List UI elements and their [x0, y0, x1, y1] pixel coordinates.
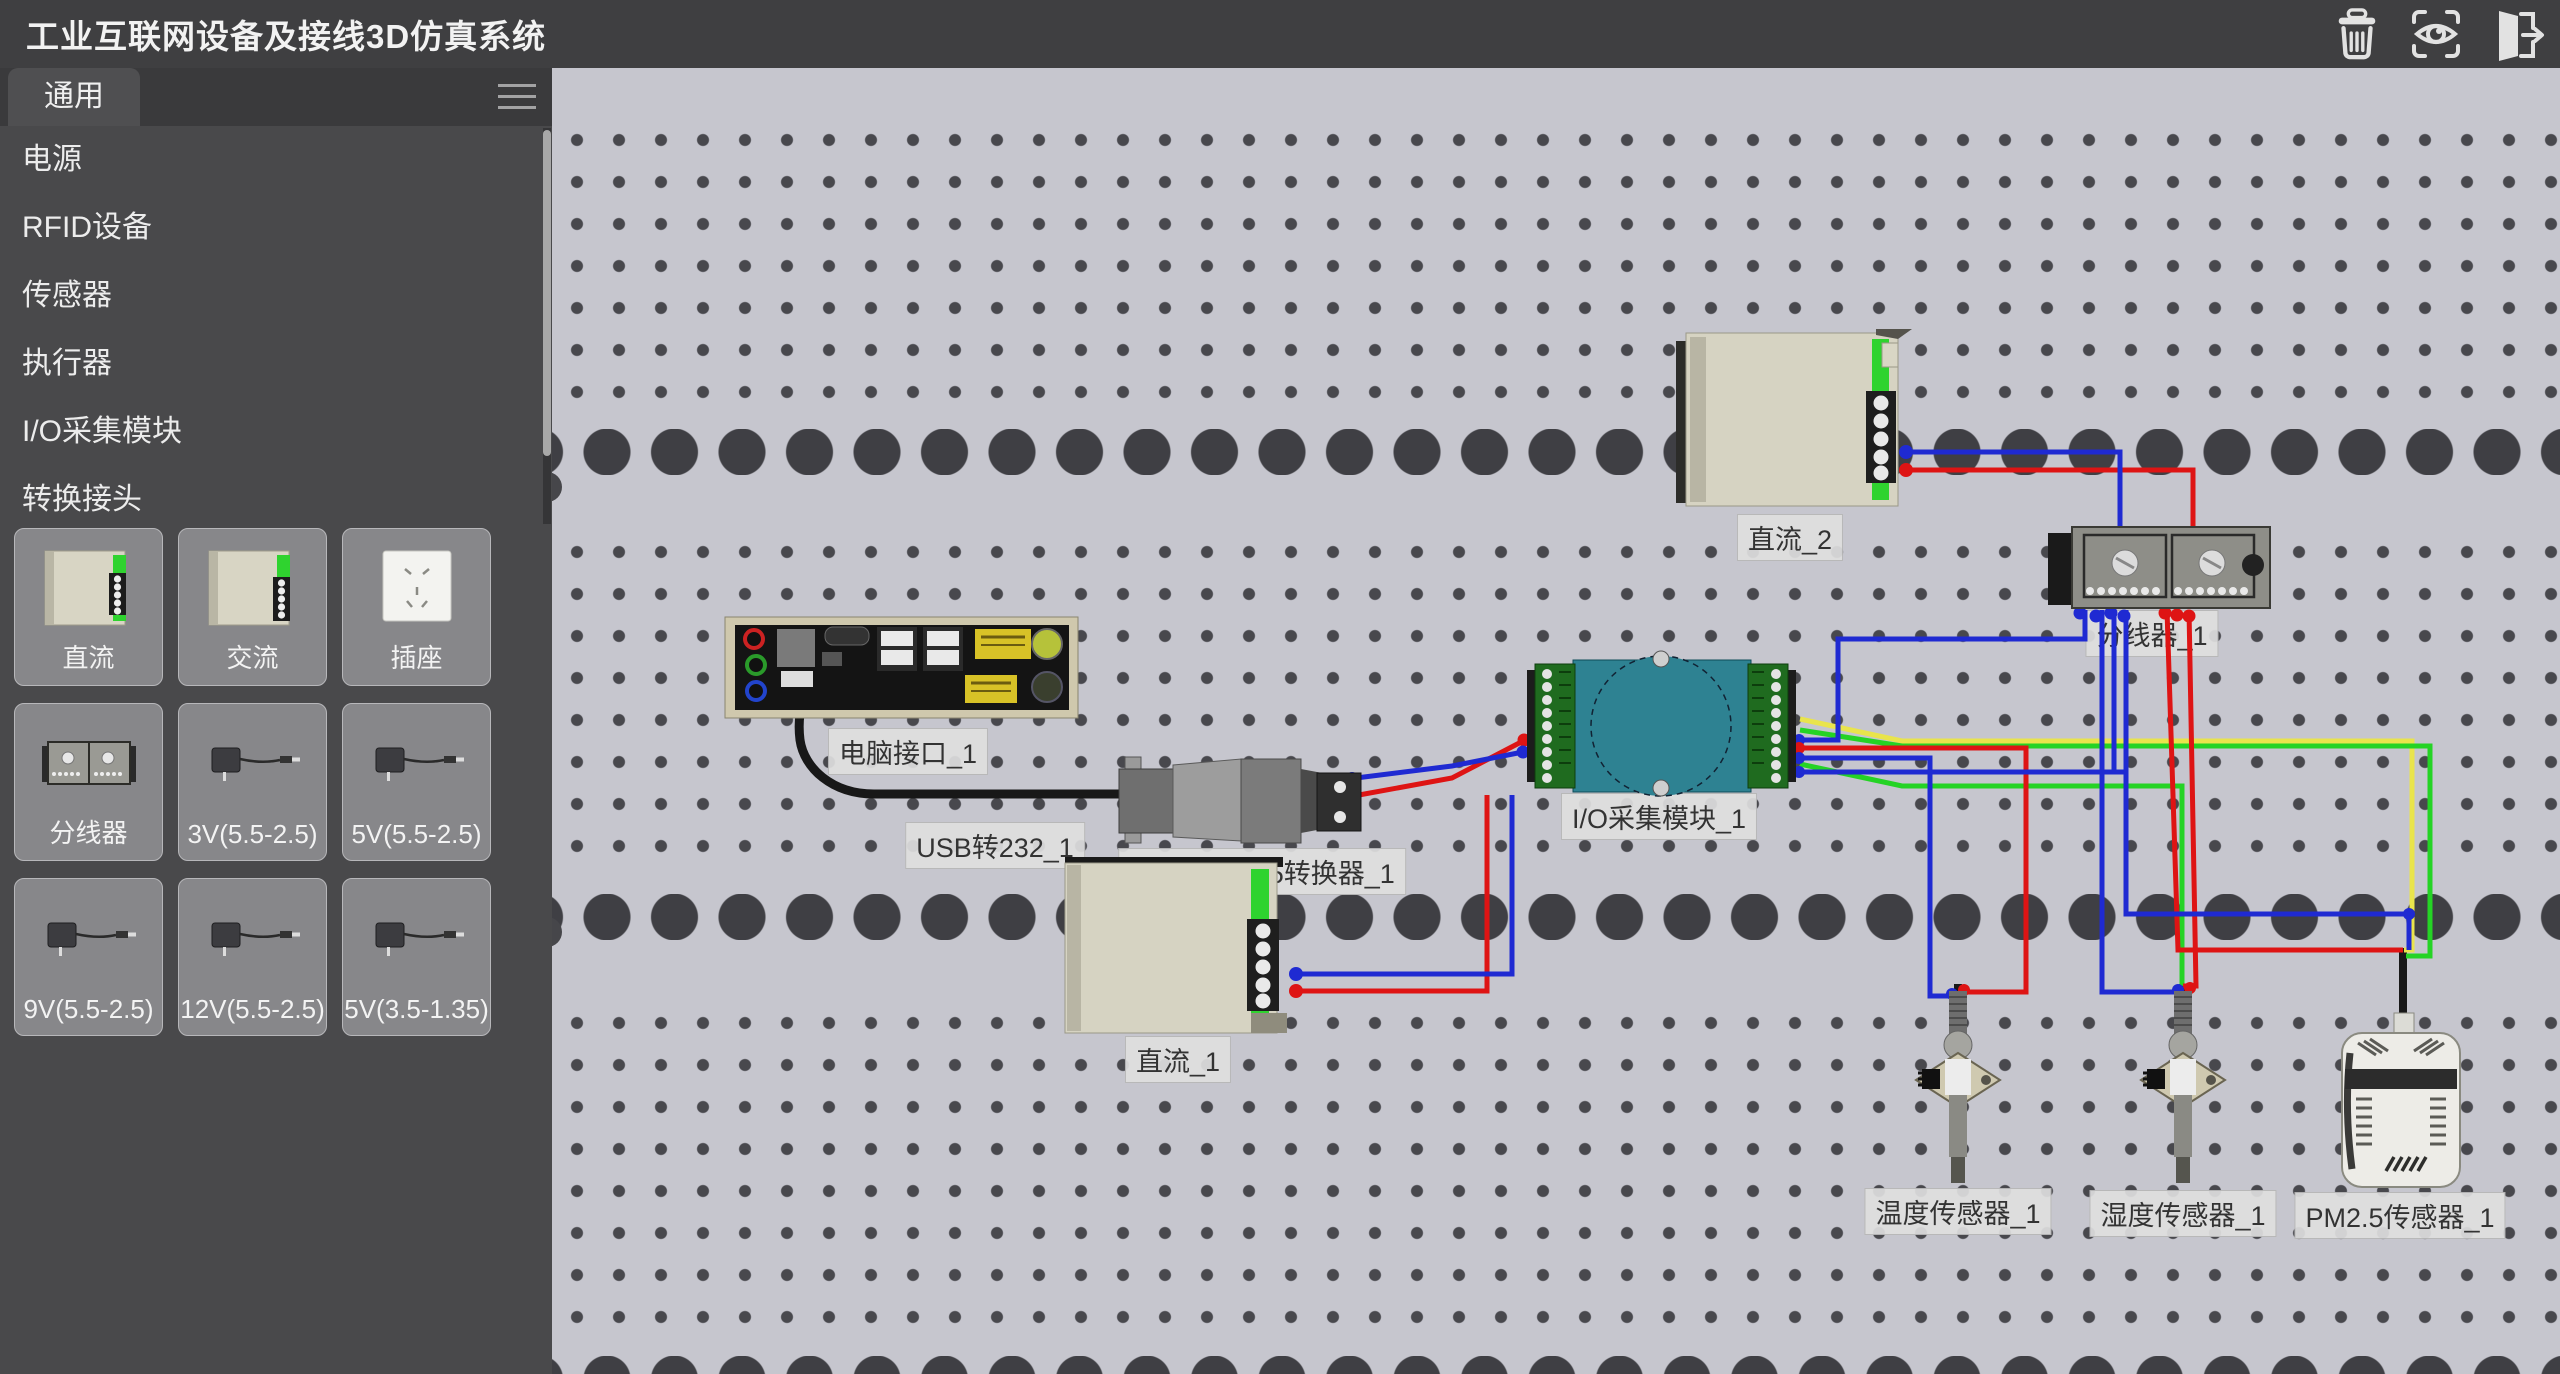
sidebar-item-converter[interactable]: 转换接头 [0, 466, 540, 534]
device-pm25-sensor[interactable] [2342, 1013, 2460, 1187]
palette-label: 交流 [179, 638, 326, 675]
palette-label: 直流 [15, 638, 162, 675]
sidebar-scrollbar[interactable] [543, 128, 551, 524]
device-io-module[interactable] [1527, 651, 1796, 796]
palette-label: 3V(5.5-2.5) [179, 819, 326, 850]
palette-item-5v-slim-adapter[interactable]: 5V(3.5-1.35) [342, 878, 491, 1036]
dc-psu-thumbnail [39, 543, 139, 639]
sidebar-item-io-module[interactable]: I/O采集模块 [0, 398, 540, 466]
palette-label: 9V(5.5-2.5) [15, 994, 162, 1025]
palette-label: 5V(3.5-1.35) [343, 994, 490, 1025]
adapter-thumbnail [362, 718, 472, 814]
palette-item-splitter[interactable]: 分线器 [14, 703, 163, 861]
header-toolbar [2330, 6, 2546, 62]
device-rs232-485-converter[interactable] [1119, 757, 1361, 843]
preview-icon[interactable] [2408, 6, 2464, 62]
adapter-thumbnail [362, 893, 472, 989]
palette-item-9v-adapter[interactable]: 9V(5.5-2.5) [14, 878, 163, 1036]
ac-psu-thumbnail [203, 543, 303, 639]
device-palette: 直流 交流 [14, 528, 538, 1036]
palette-item-dc[interactable]: 直流 [14, 528, 163, 686]
scrollbar-thumb[interactable] [543, 130, 551, 456]
sidebar: 通用 电源 RFID设备 传感器 执行器 I/O采集模块 转换接头 [0, 68, 552, 1374]
palette-item-5v-adapter[interactable]: 5V(5.5-2.5) [342, 703, 491, 861]
adapter-thumbnail [198, 893, 308, 989]
palette-label: 5V(5.5-2.5) [343, 819, 490, 850]
wire-blue[interactable] [1800, 610, 2085, 740]
category-menu: 电源 RFID设备 传感器 执行器 I/O采集模块 转换接头 [0, 126, 540, 534]
palette-item-3v-adapter[interactable]: 3V(5.5-2.5) [178, 703, 327, 861]
wire-blue[interactable] [1800, 758, 1952, 996]
palette-label: 插座 [343, 638, 490, 675]
palette-label: 分线器 [15, 813, 162, 850]
menu-icon[interactable] [498, 84, 536, 112]
sidebar-item-actuator[interactable]: 执行器 [0, 330, 540, 398]
palette-label: 12V(5.5-2.5) [179, 994, 326, 1025]
app-title: 工业互联网设备及接线3D仿真系统 [26, 10, 546, 58]
device-dc-psu-1[interactable] [1065, 857, 1287, 1033]
palette-item-ac[interactable]: 交流 [178, 528, 327, 686]
device-humidity-sensor[interactable] [2141, 991, 2225, 1183]
app-window: 工业互联网设备及接线3D仿真系统 [0, 0, 2560, 1374]
sidebar-tabstrip: 通用 [0, 68, 552, 126]
wire-blue[interactable] [1348, 752, 1523, 779]
palette-item-socket[interactable]: 插座 [342, 528, 491, 686]
socket-thumbnail [367, 543, 467, 639]
adapter-thumbnail [34, 893, 144, 989]
title-bar: 工业互联网设备及接线3D仿真系统 [0, 0, 2560, 68]
sidebar-item-power[interactable]: 电源 [0, 126, 540, 194]
device-splitter[interactable] [2048, 527, 2270, 608]
adapter-thumbnail [198, 718, 308, 814]
delete-icon[interactable] [2330, 6, 2384, 62]
palette-item-12v-adapter[interactable]: 12V(5.5-2.5) [178, 878, 327, 1036]
device-pc-io-panel[interactable] [725, 617, 1078, 718]
wire-red[interactable] [2183, 610, 2196, 986]
splitter-thumbnail [34, 718, 144, 814]
device-temp-sensor[interactable] [1916, 991, 2000, 1183]
exit-icon[interactable] [2488, 6, 2546, 62]
sidebar-item-sensor[interactable]: 传感器 [0, 262, 540, 330]
device-dc-psu-2[interactable] [1676, 329, 1912, 506]
tab-general[interactable]: 通用 [8, 68, 140, 126]
sidebar-item-rfid[interactable]: RFID设备 [0, 194, 540, 262]
wire-red[interactable] [2167, 610, 2403, 950]
